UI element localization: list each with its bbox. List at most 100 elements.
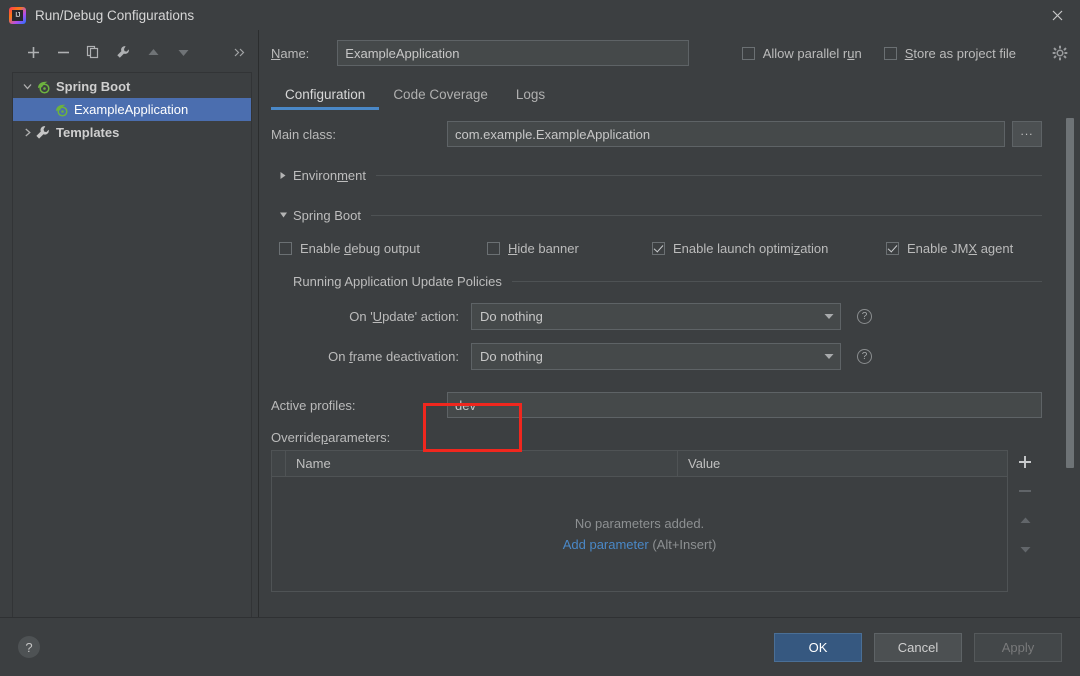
allow-parallel-run-label: Allow parallel run <box>762 45 862 61</box>
on-update-action-label: On 'Update' action: <box>349 308 459 324</box>
section-divider <box>370 214 1042 216</box>
spring-boot-section-title: Spring Boot <box>293 207 361 223</box>
title-bar: Run/Debug Configurations <box>0 0 1080 30</box>
allow-parallel-run-checkbox[interactable]: Allow parallel run <box>741 45 862 61</box>
gear-icon[interactable] <box>1050 43 1070 63</box>
plus-icon[interactable] <box>1014 452 1036 472</box>
main-class-label: Main class: <box>271 126 337 142</box>
name-row: Name: Allow parallel run Store as projec… <box>259 30 1080 76</box>
spring-boot-icon <box>53 102 70 118</box>
chevron-down-icon[interactable] <box>19 82 35 91</box>
on-frame-deactivation-row: On frame deactivation: Do nothing ? <box>271 336 1042 376</box>
triangle-down-icon <box>279 211 293 219</box>
wrench-icon[interactable] <box>108 39 138 65</box>
tree-item-label: Spring Boot <box>56 79 131 94</box>
dialog-body: Spring Boot ExampleApplication Templates… <box>0 30 1080 617</box>
on-update-action-dropdown[interactable]: Do nothing <box>471 302 841 330</box>
tree-item-spring-boot[interactable]: Spring Boot <box>13 75 251 98</box>
ellipsis-icon[interactable]: ... <box>1012 121 1042 147</box>
intellij-idea-logo-icon <box>9 6 26 24</box>
question-circle-icon[interactable]: ? <box>857 348 872 364</box>
configuration-content: Main class: ... Environment <box>259 116 1080 592</box>
store-as-project-file-checkbox[interactable]: Store as project file <box>883 45 1016 61</box>
add-parameter-link[interactable]: Add parameter <box>563 537 649 552</box>
tree-item-templates[interactable]: Templates <box>13 121 251 144</box>
arrow-up-icon[interactable] <box>138 39 168 65</box>
arrow-down-icon[interactable] <box>1014 539 1036 559</box>
run-debug-configurations-dialog: Run/Debug Configurations <box>0 0 1080 676</box>
empty-state-text: No parameters added. <box>574 516 705 531</box>
on-frame-deactivation-value: Do nothing <box>480 348 543 364</box>
checkbox-box <box>883 46 897 60</box>
table-gutter-column <box>272 451 286 476</box>
minus-icon[interactable] <box>1014 481 1036 501</box>
copy-icon[interactable] <box>78 39 108 65</box>
name-input[interactable] <box>337 40 690 66</box>
enable-jmx-agent-checkbox[interactable]: Enable JMX agent <box>886 241 1013 256</box>
hide-banner-checkbox[interactable]: Hide banner <box>487 241 579 256</box>
chevron-double-right-icon[interactable] <box>228 39 250 65</box>
section-divider <box>376 174 1042 176</box>
scrollbar-thumb[interactable] <box>1066 118 1074 468</box>
help-button[interactable]: ? <box>18 636 40 658</box>
override-parameters-label: Override p arameters: <box>271 429 391 445</box>
store-as-project-file-label: Store as project file <box>904 45 1016 61</box>
configurations-tree[interactable]: Spring Boot ExampleApplication Templates <box>12 72 252 617</box>
enable-launch-optimization-checkbox[interactable]: Enable launch optimization <box>652 241 828 256</box>
vertical-scrollbar[interactable] <box>1066 118 1074 611</box>
table-header-row: Name Value <box>272 451 1007 477</box>
spring-boot-section-header[interactable]: Spring Boot <box>271 198 1042 232</box>
main-class-row: Main class: ... <box>271 116 1042 152</box>
active-profiles-input[interactable] <box>447 392 1042 418</box>
minus-icon[interactable] <box>48 39 78 65</box>
checkbox-box <box>279 241 292 255</box>
column-header-name[interactable]: Name <box>286 451 678 476</box>
tab-logs[interactable]: Logs <box>502 87 559 111</box>
tab-configuration[interactable]: Configuration <box>271 87 380 111</box>
tab-code-coverage[interactable]: Code Coverage <box>379 87 502 111</box>
wrench-icon <box>35 125 52 141</box>
spring-boot-icon <box>35 79 52 95</box>
update-policies-header: Running Application Update Policies <box>271 266 1042 296</box>
apply-button[interactable]: Apply <box>974 632 1062 662</box>
chevron-down-icon <box>818 313 834 320</box>
add-parameter-shortcut: (Alt+Insert) <box>652 537 717 552</box>
environment-section-header[interactable]: Environment <box>271 158 1042 192</box>
chevron-down-icon <box>818 353 834 360</box>
active-profiles-row: Active profiles: <box>271 386 1042 424</box>
chevron-right-icon[interactable] <box>19 128 35 137</box>
table-side-buttons <box>1008 450 1042 592</box>
spring-boot-checkbox-row: Enable debug output Hide banner Enable l… <box>271 234 1042 262</box>
arrow-down-icon[interactable] <box>168 39 198 65</box>
checkbox-box <box>741 46 755 60</box>
footer-button-group: OK Cancel Apply <box>774 632 1062 662</box>
enable-debug-output-checkbox[interactable]: Enable debug output <box>279 241 420 256</box>
tree-item-label: ExampleApplication <box>74 102 189 117</box>
configuration-editor-pane: Name: Allow parallel run Store as projec… <box>259 30 1080 617</box>
override-parameters-table-wrap: Name Value No parameters added. Add para… <box>271 450 1042 592</box>
checkbox-box <box>886 241 899 255</box>
cancel-button[interactable]: Cancel <box>874 632 962 662</box>
main-class-input[interactable] <box>447 121 1005 147</box>
plus-icon[interactable] <box>18 39 48 65</box>
dialog-footer: ? OK Cancel Apply <box>0 617 1080 676</box>
table-empty-body: No parameters added. Add parameter (Alt+… <box>272 477 1007 591</box>
section-divider <box>511 280 1042 282</box>
update-policies-title: Running Application Update Policies <box>293 273 502 289</box>
override-parameters-table: Name Value No parameters added. Add para… <box>271 450 1008 592</box>
checkbox-box <box>652 241 665 255</box>
on-frame-deactivation-dropdown[interactable]: Do nothing <box>471 342 841 370</box>
tree-toolbar <box>0 38 258 66</box>
ok-button[interactable]: OK <box>774 632 862 662</box>
arrow-up-icon[interactable] <box>1014 510 1036 530</box>
environment-section-title: Environment <box>293 167 366 183</box>
hide-banner-label: Hide banner <box>508 240 579 256</box>
tree-item-exampleapplication[interactable]: ExampleApplication <box>13 98 251 121</box>
enable-debug-output-label: Enable debug output <box>300 240 421 256</box>
configurations-tree-pane: Spring Boot ExampleApplication Templates <box>0 30 259 617</box>
question-circle-icon[interactable]: ? <box>857 308 872 324</box>
column-header-value[interactable]: Value <box>678 451 1007 476</box>
configuration-scroll-area: Main class: ... Environment <box>259 110 1080 617</box>
close-icon[interactable] <box>1034 0 1080 30</box>
enable-jmx-agent-label: Enable JMX agent <box>907 240 1014 256</box>
